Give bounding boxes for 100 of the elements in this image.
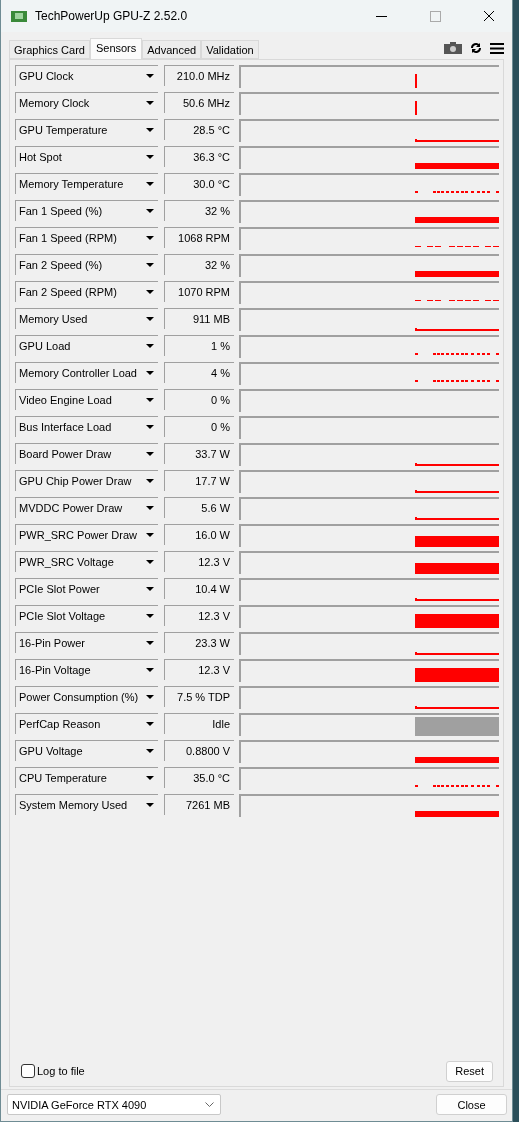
dropdown-arrow-icon [146,722,155,726]
reset-button[interactable]: Reset [446,1060,493,1082]
dropdown-arrow-icon [146,398,155,402]
dropdown-arrow-icon [146,560,155,564]
sensor-value: 33.7 W [164,443,234,464]
sensor-value: 7261 MB [164,794,234,815]
sensor-dropdown[interactable]: 16-Pin Power [15,632,159,653]
dropdown-arrow-icon [146,290,155,294]
window-title: TechPowerUp GPU-Z 2.52.0 [35,9,189,23]
close-button[interactable]: Close [436,1094,507,1115]
sensor-value: 36.3 °C [164,146,234,167]
dropdown-arrow-icon [146,749,155,753]
sensor-value: 17.7 W [164,470,234,491]
dropdown-arrow-icon [146,506,155,510]
tab[interactable]: Advanced [142,40,202,59]
sensor-dropdown[interactable]: Power Consumption (%) [15,686,159,707]
sensor-value: 50.6 MHz [164,92,234,113]
sensor-value: 0 % [164,416,234,437]
minimize-icon[interactable] [375,15,387,17]
dropdown-arrow-icon [146,479,155,483]
sensor-dropdown[interactable]: 16-Pin Voltage [15,659,159,680]
sensor-value: 10.4 W [164,578,234,599]
sensor-value: 30.0 °C [164,173,234,194]
sensor-value: 210.0 MHz [164,65,234,86]
tab[interactable]: Graphics Card [9,40,90,59]
dropdown-arrow-icon [146,371,155,375]
dropdown-arrow-icon [146,317,155,321]
dropdown-arrow-icon [146,344,155,348]
sensor-dropdown[interactable]: Memory Controller Load [15,362,159,383]
sensor-dropdown[interactable]: PWR_SRC Voltage [15,551,159,572]
log-to-file-checkbox[interactable]: Log to file [21,1064,85,1078]
dropdown-arrow-icon [146,452,155,456]
graphics-card-icon [11,10,27,22]
close-icon[interactable] [483,10,495,22]
sensor-dropdown[interactable]: Board Power Draw [15,443,159,464]
sensor-value: 1068 RPM [164,227,234,248]
sensor-dropdown[interactable]: GPU Voltage [15,740,159,761]
sensor-dropdown[interactable]: PCIe Slot Voltage [15,605,159,626]
sensor-dropdown[interactable]: Fan 2 Speed (RPM) [15,281,159,302]
sensor-value: 5.6 W [164,497,234,518]
dropdown-arrow-icon [146,155,155,159]
sensor-value: 911 MB [164,308,234,329]
sensor-dropdown[interactable]: PCIe Slot Power [15,578,159,599]
sensor-value: 1070 RPM [164,281,234,302]
sensor-value: 0 % [164,389,234,410]
sensor-value: 0.8800 V [164,740,234,761]
sensor-dropdown[interactable]: PerfCap Reason [15,713,159,734]
sensor-dropdown[interactable]: Video Engine Load [15,389,159,410]
sensor-value: 23.3 W [164,632,234,653]
dropdown-arrow-icon [146,533,155,537]
sensor-dropdown[interactable]: CPU Temperature [15,767,159,788]
tab[interactable]: Sensors [89,38,143,60]
dropdown-arrow-icon [146,425,155,429]
tab[interactable]: Validation [201,40,259,59]
dropdown-arrow-icon [146,641,155,645]
dropdown-arrow-icon [146,209,155,213]
dropdown-arrow-icon [146,101,155,105]
sensor-dropdown[interactable]: GPU Temperature [15,119,159,140]
sensor-value: 12.3 V [164,551,234,572]
refresh-icon[interactable] [470,42,482,54]
sensor-dropdown[interactable]: Fan 1 Speed (RPM) [15,227,159,248]
chevron-down-icon [205,1102,214,1107]
dropdown-arrow-icon [146,803,155,807]
dropdown-arrow-icon [146,74,155,78]
sensor-dropdown[interactable]: GPU Clock [15,65,159,86]
sensor-dropdown[interactable]: Hot Spot [15,146,159,167]
dropdown-arrow-icon [146,263,155,267]
sensor-value: 1 % [164,335,234,356]
sensor-value: 4 % [164,362,234,383]
sensor-value: 32 % [164,254,234,275]
sensor-value: Idle [164,713,234,734]
sensor-dropdown[interactable]: Bus Interface Load [15,416,159,437]
sensor-dropdown[interactable]: GPU Load [15,335,159,356]
dropdown-arrow-icon [146,587,155,591]
sensor-dropdown[interactable]: Fan 1 Speed (%) [15,200,159,221]
dropdown-arrow-icon [146,236,155,240]
sensor-dropdown[interactable]: Fan 2 Speed (%) [15,254,159,275]
menu-icon[interactable] [490,42,504,54]
sensor-value: 12.3 V [164,659,234,680]
dropdown-arrow-icon [146,695,155,699]
sensor-dropdown[interactable]: Memory Used [15,308,159,329]
sensor-dropdown[interactable]: PWR_SRC Power Draw [15,524,159,545]
sensor-dropdown[interactable]: Memory Temperature [15,173,159,194]
sensor-dropdown[interactable]: GPU Chip Power Draw [15,470,159,491]
camera-icon[interactable] [444,42,462,54]
sensor-value: 35.0 °C [164,767,234,788]
sensor-dropdown[interactable]: Memory Clock [15,92,159,113]
sensor-dropdown[interactable]: MVDDC Power Draw [15,497,159,518]
sensor-value: 7.5 % TDP [164,686,234,707]
dropdown-arrow-icon [146,614,155,618]
gpu-select[interactable]: NVIDIA GeForce RTX 4090 [7,1094,221,1115]
dropdown-arrow-icon [146,668,155,672]
sensor-value: 12.3 V [164,605,234,626]
dropdown-arrow-icon [146,182,155,186]
sensor-value: 32 % [164,200,234,221]
dropdown-arrow-icon [146,128,155,132]
dropdown-arrow-icon [146,776,155,780]
sensor-value: 16.0 W [164,524,234,545]
sensor-dropdown[interactable]: System Memory Used [15,794,159,815]
sensor-value: 28.5 °C [164,119,234,140]
